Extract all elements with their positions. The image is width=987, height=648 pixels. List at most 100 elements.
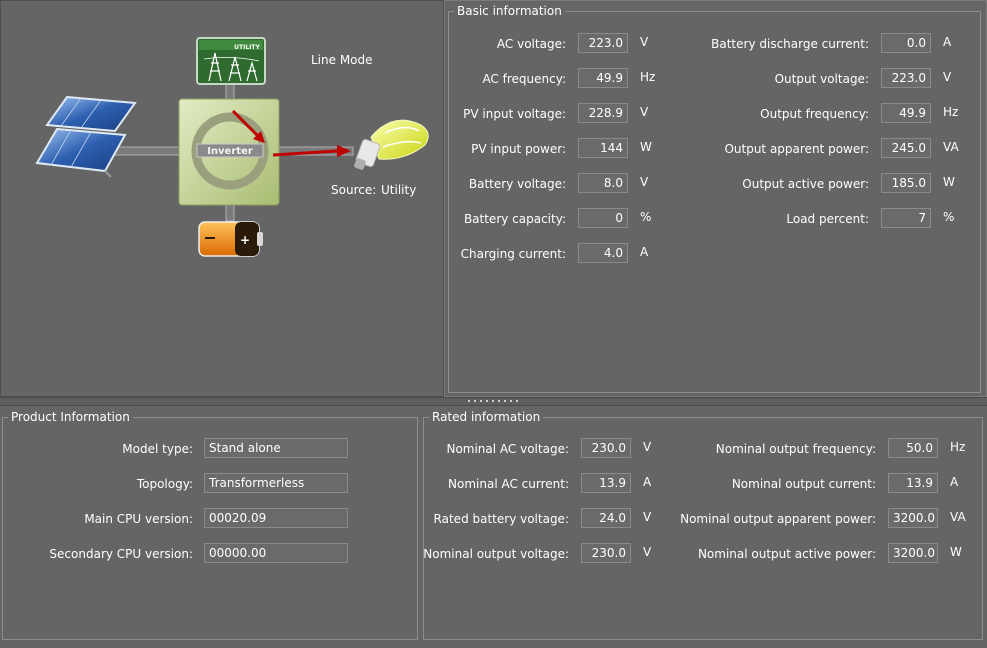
basic-right-row: Load percent: <box>700 210 869 230</box>
basic-left-row: AC voltage: <box>448 35 566 55</box>
source-value: Utility <box>381 183 417 197</box>
rated-right-unit: Hz <box>950 440 966 454</box>
rated-left-row: Nominal output voltage: <box>423 545 569 565</box>
rated-right-value-field: 3200.0 <box>888 543 938 563</box>
basic-left-row: Charging current: <box>448 245 566 265</box>
rated-left-value-field: 230.0 <box>581 438 631 458</box>
basic-right-label: Load percent: <box>786 212 869 226</box>
basic-info-group: Basic information <box>448 4 981 393</box>
rated-right-row: Nominal output frequency: <box>680 440 876 460</box>
rated-right-unit: VA <box>950 510 966 524</box>
source-label: Source: <box>331 183 377 197</box>
rated-right-value-field: 13.9 <box>888 473 938 493</box>
rated-left-value-field: 13.9 <box>581 473 631 493</box>
splitter-grip[interactable] <box>466 399 520 403</box>
basic-left-unit: % <box>640 210 652 224</box>
basic-left-unit: V <box>640 105 649 119</box>
inverter-label: Inverter <box>207 146 253 157</box>
product-label: Secondary CPU version: <box>49 547 193 561</box>
light-bulb-icon <box>354 119 429 170</box>
basic-left-unit: V <box>640 175 649 189</box>
product-label: Main CPU version: <box>84 512 193 526</box>
product-value-field: 00000.00 <box>204 543 348 563</box>
product-value-field: Transformerless <box>204 473 348 493</box>
rated-left-row: Nominal AC current: <box>430 475 569 495</box>
basic-left-value-field: 8.0 <box>578 173 628 193</box>
rated-left-row: Nominal AC voltage: <box>430 440 569 460</box>
basic-left-value-field: 4.0 <box>578 243 628 263</box>
basic-left-label: AC frequency: <box>482 72 566 86</box>
basic-left-value-field: 223.0 <box>578 33 628 53</box>
rated-right-label: Nominal output frequency: <box>715 442 876 456</box>
basic-right-value-field: 0.0 <box>881 33 931 53</box>
basic-left-value-field: 144 <box>578 138 628 158</box>
basic-left-row: PV input power: <box>448 140 566 160</box>
product-row: Topology: <box>10 475 193 495</box>
basic-left-label: PV input voltage: <box>463 107 566 121</box>
basic-left-value-field: 228.9 <box>578 103 628 123</box>
product-row: Model type: <box>10 440 193 460</box>
basic-right-unit: W <box>943 175 955 189</box>
pane-splitter[interactable] <box>0 397 987 406</box>
basic-left-row: AC frequency: <box>448 70 566 90</box>
basic-right-value-field: 49.9 <box>881 103 931 123</box>
product-label: Topology: <box>136 477 193 491</box>
basic-left-label: Battery capacity: <box>463 212 566 226</box>
utility-label: UTILITY <box>234 44 260 51</box>
basic-right-label: Battery discharge current: <box>711 37 869 51</box>
basic-right-value-field: 245.0 <box>881 138 931 158</box>
basic-left-value-field: 0 <box>578 208 628 228</box>
basic-right-unit: VA <box>943 140 959 154</box>
basic-right-unit: V <box>943 70 952 84</box>
basic-right-unit: % <box>943 210 955 224</box>
rated-right-row: Nominal output active power: <box>680 545 876 565</box>
basic-right-label: Output active power: <box>742 177 869 191</box>
rated-left-unit: V <box>643 545 652 559</box>
rated-info-title: Rated information <box>432 410 541 424</box>
basic-right-row: Output apparent power: <box>700 140 869 160</box>
basic-right-row: Output frequency: <box>700 105 869 125</box>
basic-left-value-field: 49.9 <box>578 68 628 88</box>
flow-diagram-pane: UTILITY Inverter + Line Mode Source: Uti… <box>0 0 444 397</box>
basic-left-row: PV input voltage: <box>448 105 566 125</box>
rated-left-value-field: 230.0 <box>581 543 631 563</box>
product-label: Model type: <box>122 442 193 456</box>
battery-plus-symbol: + <box>240 233 250 247</box>
basic-left-unit: A <box>640 245 649 259</box>
basic-right-row: Battery discharge current: <box>700 35 869 55</box>
basic-right-value-field: 7 <box>881 208 931 228</box>
solar-panel-icon <box>35 95 137 178</box>
battery-icon: + <box>198 221 263 257</box>
rated-left-row: Rated battery voltage: <box>430 510 569 530</box>
basic-left-label: PV input power: <box>471 142 566 156</box>
basic-left-unit: V <box>640 35 649 49</box>
rated-left-unit: V <box>643 440 652 454</box>
rated-right-value-field: 50.0 <box>888 438 938 458</box>
rated-right-value-field: 3200.0 <box>888 508 938 528</box>
basic-left-row: Battery voltage: <box>448 175 566 195</box>
basic-right-value-field: 223.0 <box>881 68 931 88</box>
basic-right-label: Output voltage: <box>774 72 869 86</box>
rated-left-label: Nominal AC voltage: <box>446 442 569 456</box>
basic-left-row: Battery capacity: <box>448 210 566 230</box>
basic-right-row: Output voltage: <box>700 70 869 90</box>
product-info-title: Product Information <box>11 410 130 424</box>
flow-diagram: UTILITY Inverter + <box>35 37 429 257</box>
product-value-field: 00020.09 <box>204 508 348 528</box>
rated-right-row: Nominal output current: <box>680 475 876 495</box>
product-row: Secondary CPU version: <box>10 545 193 565</box>
basic-left-label: AC voltage: <box>496 37 566 51</box>
basic-right-unit: A <box>943 35 952 49</box>
rated-left-unit: A <box>643 475 652 489</box>
basic-right-unit: Hz <box>943 105 959 119</box>
rated-left-label: Rated battery voltage: <box>433 512 569 526</box>
product-row: Main CPU version: <box>10 510 193 530</box>
rated-right-unit: A <box>950 475 959 489</box>
basic-right-label: Output apparent power: <box>724 142 869 156</box>
rated-right-row: Nominal output apparent power: <box>680 510 876 530</box>
utility-connector <box>225 82 235 100</box>
rated-right-unit: W <box>950 545 962 559</box>
basic-left-unit: W <box>640 140 652 154</box>
basic-right-value-field: 185.0 <box>881 173 931 193</box>
product-value-field: Stand alone <box>204 438 348 458</box>
